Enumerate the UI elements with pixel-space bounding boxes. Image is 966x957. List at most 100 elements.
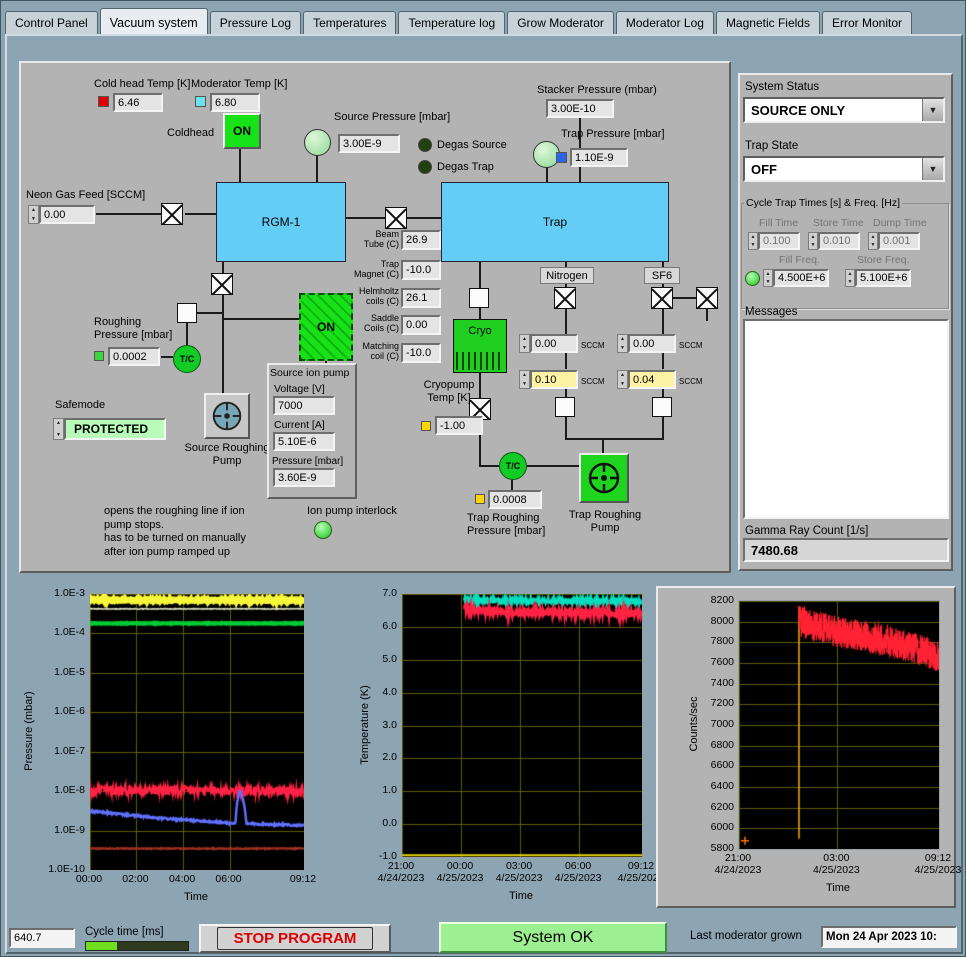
x-axis-label: Time <box>825 882 851 894</box>
trap-state-dropdown[interactable]: OFF ▼ <box>743 156 945 182</box>
fill-time-label: Fill Time <box>759 217 799 229</box>
trap-pressure-label: Trap Pressure [mbar] <box>561 128 665 140</box>
store-freq-spinner[interactable] <box>845 269 855 287</box>
y-tick-label: 8000 <box>710 614 734 627</box>
sf6-flow-spinner[interactable] <box>617 370 628 389</box>
y-tick-label: 6000 <box>710 821 734 834</box>
store-time-value[interactable]: 0.010 <box>818 232 860 250</box>
trap-thermocouple: T/C <box>499 452 527 480</box>
tab-pressure-log[interactable]: Pressure Log <box>209 11 302 34</box>
x-tick-label: 4/24/2023 <box>714 864 762 876</box>
pump-glyph-icon <box>212 401 242 431</box>
neon-feed-label: Neon Gas Feed [SCCM] <box>26 189 146 201</box>
fill-freq-value[interactable]: 4.500E+6 <box>773 269 829 287</box>
tab-temperature-log[interactable]: Temperature log <box>398 11 506 34</box>
tab-moderator-log[interactable]: Moderator Log <box>615 11 714 34</box>
roughing-pressure-value: 0.0002 <box>108 347 160 366</box>
safemode-spinner[interactable] <box>53 418 64 440</box>
system-status-dropdown[interactable]: SOURCE ONLY ▼ <box>743 97 945 123</box>
saddle-value: 0.00 <box>401 315 441 335</box>
store-freq-value[interactable]: 5.100E+6 <box>855 269 911 287</box>
y-tick-label: 5.0 <box>382 652 397 665</box>
y-tick-label: 6400 <box>710 780 734 792</box>
tab-error-monitor[interactable]: Error Monitor <box>821 11 912 34</box>
x-tick-label: 4/25/2023 <box>495 872 543 884</box>
chevron-down-icon[interactable]: ▼ <box>922 158 943 180</box>
trap-pump-label: Trap Roughing Pump <box>568 509 642 534</box>
cycle-led[interactable] <box>745 271 760 286</box>
ion-pump-valve-button[interactable]: ON <box>299 293 353 361</box>
pipe <box>479 308 481 319</box>
sf6-setpoint-spinner[interactable] <box>617 334 628 353</box>
tab-magnetic-fields[interactable]: Magnetic Fields <box>715 11 820 34</box>
stacker-pressure-value: 3.00E-10 <box>546 99 614 118</box>
messages-box <box>743 319 949 519</box>
cold-head-temp-value: 6.46 <box>113 93 163 112</box>
tab-vacuum-system[interactable]: Vacuum system <box>99 8 208 34</box>
tab-control-panel[interactable]: Control Panel <box>5 11 98 34</box>
neon-feed-spinner[interactable] <box>28 205 39 224</box>
y-tick-label: 1.0E-8 <box>54 784 85 797</box>
trap-magnet-value: -10.0 <box>401 260 441 280</box>
store-time-spinner[interactable] <box>808 232 818 250</box>
chevron-down-icon[interactable]: ▼ <box>922 99 943 121</box>
roughing-valve-icon <box>211 273 233 295</box>
ion-pump-interlock-led[interactable] <box>314 521 332 539</box>
dump-time-spinner[interactable] <box>868 232 878 250</box>
y-tick-label: 6200 <box>710 800 734 813</box>
fill-freq-label: Fill Freq. <box>779 254 820 266</box>
x-tick-label: 03:00 <box>823 852 850 864</box>
beam-tube-value: 26.9 <box>401 230 441 250</box>
store-time-label: Store Time <box>813 217 864 229</box>
trap-state-label: Trap State <box>745 140 799 152</box>
sf6-flow-value[interactable]: 0.04 <box>628 370 676 389</box>
y-tick-label: 6600 <box>710 759 734 772</box>
y-tick-label: 1.0E-5 <box>54 665 85 678</box>
cryo-pump: Cryo <box>453 319 507 373</box>
trap-magnet-label: Trap Magnet (C) <box>353 259 399 279</box>
source-thermocouple: T/C <box>173 345 201 373</box>
pipe <box>527 465 579 467</box>
dump-time-value[interactable]: 0.001 <box>878 232 920 250</box>
n2-setpoint-value[interactable]: 0.00 <box>530 334 578 353</box>
cycle-trap-title: Cycle Trap Times [s] & Freq. [Hz] <box>744 197 903 210</box>
pipe <box>546 167 548 182</box>
vacuum-system-window: Control Panel Vacuum system Pressure Log Te… <box>0 0 966 957</box>
trap-state-value: OFF <box>751 161 777 177</box>
degas-trap-led-icon[interactable] <box>418 160 432 174</box>
fill-time-spinner[interactable] <box>748 232 758 250</box>
y-tick-label: 0.0 <box>382 817 397 830</box>
sf6-setpoint-value[interactable]: 0.00 <box>628 334 676 353</box>
tab-temperatures[interactable]: Temperatures <box>303 11 397 34</box>
matching-coil-value: -10.0 <box>401 343 441 363</box>
roughing-closed-valve-icon <box>177 303 197 323</box>
sf6-setpoint-unit: SCCM <box>679 341 703 350</box>
fill-time-value[interactable]: 0.100 <box>758 232 800 250</box>
pipe <box>96 213 163 215</box>
neon-feed-value[interactable]: 0.00 <box>39 205 95 224</box>
stop-program-button[interactable]: STOP PROGRAM <box>199 924 391 953</box>
x-tick-label: 4/24/2023 <box>377 872 425 884</box>
fill-freq-spinner[interactable] <box>763 269 773 287</box>
n2-flow-spinner[interactable] <box>519 370 530 389</box>
y-tick-label: 7400 <box>710 676 734 689</box>
tab-grow-moderator[interactable]: Grow Moderator <box>507 11 614 34</box>
ion-pump-interlock-label: Ion pump interlock <box>307 505 397 517</box>
ion-pump-current-label: Current [A] <box>274 419 325 431</box>
last-moderator-label: Last moderator grown <box>690 930 802 942</box>
n2-flow-value[interactable]: 0.10 <box>530 370 578 389</box>
degas-source-led-icon[interactable] <box>418 138 432 152</box>
trap-roughing-indicator-icon <box>475 494 485 504</box>
matching-coil-label: Matching coil (C) <box>362 341 399 361</box>
n2-setpoint-spinner[interactable] <box>519 334 530 353</box>
pipe <box>565 353 567 369</box>
last-moderator-value: Mon 24 Apr 2023 10: <box>821 926 957 948</box>
x-tick-label: 04:00 <box>168 873 196 885</box>
pump-glyph-icon <box>588 462 620 494</box>
y-tick-label: 6.0 <box>382 619 397 632</box>
temperature-history-plot <box>401 593 643 858</box>
temperature-history-chart: 7.0 6.0 5.0 4.0 3.0 2.0 1.0 0.0 -1.0 21:00 4/24/20… <box>331 586 664 931</box>
coldhead-on-button[interactable]: ON <box>223 113 261 149</box>
safemode-value[interactable]: PROTECTED <box>64 418 166 440</box>
x-tick-label: 00:00 <box>75 873 103 885</box>
